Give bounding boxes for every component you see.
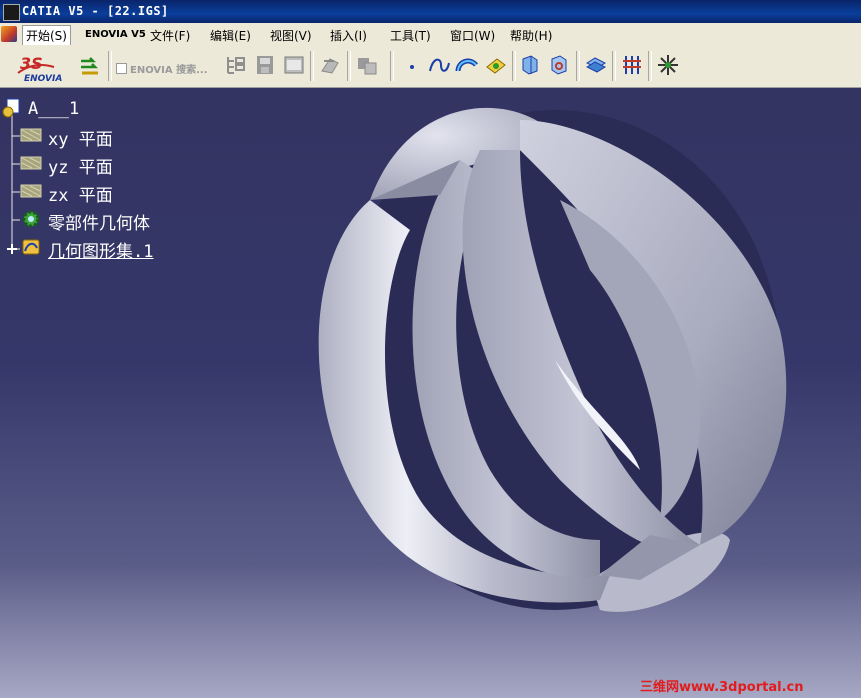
join-icon[interactable] bbox=[584, 53, 608, 77]
watermark: 三维网www.3dportal.cn bbox=[640, 680, 804, 695]
geometrical-set-icon bbox=[22, 239, 40, 255]
sketch-icon[interactable] bbox=[484, 53, 508, 77]
save-icon[interactable] bbox=[253, 53, 277, 77]
3d-model-sphere[interactable] bbox=[0, 88, 861, 698]
extrude-icon[interactable] bbox=[518, 53, 542, 77]
checkbox-icon[interactable] bbox=[116, 63, 127, 74]
toolbar-separator bbox=[576, 51, 580, 81]
tree-item-label: xy 平面 bbox=[48, 130, 113, 150]
revolve-icon[interactable] bbox=[547, 53, 571, 77]
spline-icon[interactable] bbox=[427, 53, 451, 77]
toolbar-separator bbox=[310, 51, 314, 81]
part-document-icon bbox=[2, 98, 20, 118]
tree-item-label: 几何图形集.1 bbox=[48, 242, 154, 262]
menu-insert[interactable]: 插入(I) bbox=[330, 27, 367, 44]
enovia-search-label: ENOVIA 搜索... bbox=[130, 65, 208, 76]
title-bar: CATIA V5 - [22.IGS] bbox=[0, 0, 861, 23]
plane-icon bbox=[20, 156, 42, 170]
toolbar-separator bbox=[612, 51, 616, 81]
plane-icon bbox=[20, 184, 42, 198]
menu-bar: 开始(S) ENOVIA V5 文件(F) 编辑(E) 视图(V) 插入(I) … bbox=[0, 23, 861, 46]
window-title: CATIA V5 - [22.IGS] bbox=[22, 4, 169, 18]
catia-logo-icon[interactable] bbox=[1, 26, 17, 42]
plane-icon bbox=[20, 128, 42, 142]
menu-file[interactable]: 文件(F) bbox=[150, 27, 190, 44]
menu-start[interactable]: 开始(S) bbox=[22, 25, 71, 46]
compass-icon[interactable] bbox=[656, 53, 680, 77]
toolbar: 3S ENOVIA ENOVIA 搜索... bbox=[0, 45, 861, 88]
tree-item-label: zx 平面 bbox=[48, 186, 113, 206]
multi-document-icon[interactable] bbox=[355, 53, 379, 77]
toolbar-separator bbox=[108, 51, 112, 81]
3d-viewport[interactable]: A___1 xy 平面 yz 平面 zx 平面 零部件几何体 几何图形集.1 bbox=[0, 88, 861, 698]
enovia-search-checkbox[interactable]: ENOVIA 搜索... bbox=[116, 61, 208, 76]
toolbar-separator bbox=[390, 51, 394, 81]
tree-root-label: A___1 bbox=[28, 99, 80, 119]
point-icon[interactable] bbox=[400, 53, 424, 77]
enovia-send-icon[interactable] bbox=[78, 53, 102, 77]
properties-icon[interactable] bbox=[282, 53, 306, 77]
grid-icon[interactable] bbox=[620, 53, 644, 77]
menu-enovia[interactable]: ENOVIA V5 bbox=[85, 29, 146, 40]
menu-tools[interactable]: 工具(T) bbox=[390, 27, 431, 44]
tree-item-label: 零部件几何体 bbox=[48, 214, 150, 234]
toolbar-separator bbox=[648, 51, 652, 81]
expand-plus-icon[interactable] bbox=[6, 243, 18, 255]
menu-help[interactable]: 帮助(H) bbox=[510, 27, 552, 44]
toolbar-separator bbox=[347, 51, 351, 81]
part-body-gear-icon bbox=[22, 210, 40, 228]
update-icon[interactable] bbox=[318, 53, 342, 77]
tree-expand-icon[interactable] bbox=[224, 53, 248, 77]
catia-app-icon[interactable] bbox=[3, 4, 20, 21]
arc-icon[interactable] bbox=[455, 53, 479, 77]
menu-edit[interactable]: 编辑(E) bbox=[210, 27, 251, 44]
3ds-enovia-logo: 3S ENOVIA bbox=[14, 51, 70, 83]
menu-window[interactable]: 窗口(W) bbox=[450, 27, 495, 44]
tree-item-label: yz 平面 bbox=[48, 158, 113, 178]
toolbar-separator bbox=[512, 51, 516, 81]
menu-view[interactable]: 视图(V) bbox=[270, 27, 312, 44]
svg-text:ENOVIA: ENOVIA bbox=[24, 74, 62, 83]
